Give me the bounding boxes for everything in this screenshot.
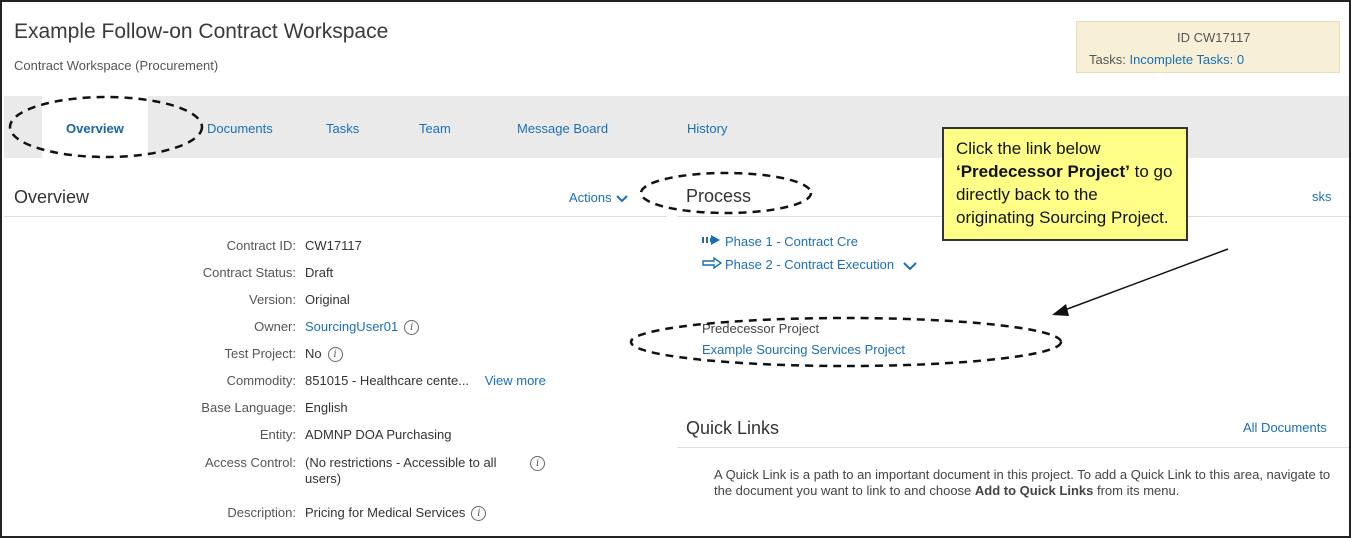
overview-divider (4, 216, 667, 217)
owner-link[interactable]: SourcingUser01 (305, 319, 398, 334)
tasks-label: Tasks: (1089, 52, 1126, 67)
field-value: Pricing for Medical Services (305, 505, 466, 520)
outline-arrow-icon (702, 256, 724, 272)
quick-links-divider (677, 447, 1349, 448)
callout-arrowhead (1052, 304, 1069, 316)
info-icon[interactable]: i (327, 347, 343, 363)
field-value: CW17117 (305, 238, 362, 253)
field-label: Entity: (259, 427, 296, 442)
actions-menu[interactable]: Actions (569, 190, 629, 205)
info-icon[interactable]: i (530, 456, 546, 472)
field-label: Access Control: (204, 455, 296, 470)
field-value: No (305, 346, 322, 361)
tab-tasks[interactable]: Tasks (326, 121, 359, 136)
all-documents-link[interactable]: All Documents (1243, 420, 1327, 435)
field-value-owner: SourcingUser01 i (305, 319, 420, 336)
callout-arrow-line (1061, 248, 1229, 312)
field-value: users) (305, 471, 342, 486)
actions-label[interactable]: Actions (569, 190, 612, 205)
workspace-id: ID CW17117 (1177, 30, 1251, 45)
double-arrow-icon (702, 234, 724, 249)
tab-documents[interactable]: Documents (207, 121, 273, 136)
callout-bold: ‘Predecessor Project’ (956, 162, 1130, 181)
field-value-commodity: 851015 - Healthcare cente... View more (305, 373, 546, 388)
contract-workspace-page: Example Follow-on Contract Workspace Con… (0, 0, 1351, 538)
tab-history[interactable]: History (687, 121, 727, 136)
field-value: (No restrictions - Accessible to all (305, 455, 497, 470)
field-label: Contract Status: (202, 265, 296, 280)
view-more-link[interactable]: View more (485, 373, 546, 388)
process-title: Process (686, 186, 752, 206)
callout-line1: Click the link below (956, 139, 1101, 158)
field-value-access-control: (No restrictions - Accessible to all i (305, 455, 546, 472)
tasks-summary: Tasks: Incomplete Tasks: 0 (1089, 52, 1244, 67)
field-label: Description: (227, 505, 296, 520)
field-value: 851015 - Healthcare cente... (305, 373, 470, 388)
field-label: Owner: (254, 319, 296, 334)
quick-links-help-text: A Quick Link is a path to an important d… (714, 467, 1331, 498)
field-label: Test Project: (224, 346, 296, 361)
field-value: Draft (305, 265, 334, 280)
callout-box: Click the link below ‘Predecessor Projec… (942, 127, 1188, 241)
field-value: English (305, 400, 348, 415)
chevron-down-icon (615, 190, 629, 205)
chevron-down-icon[interactable] (898, 257, 918, 272)
tab-team[interactable]: Team (419, 121, 451, 136)
page-title: Example Follow-on Contract Workspace (14, 20, 389, 43)
field-label: Base Language: (201, 400, 296, 415)
quick-links-title: Quick Links (686, 418, 780, 438)
add-to-quick-links-text: Add to Quick Links (974, 483, 1094, 498)
info-icon[interactable]: i (471, 506, 487, 522)
phase-1-link[interactable]: Phase 1 - Contract Cre (725, 234, 858, 249)
field-label: Contract ID: (226, 238, 296, 253)
predecessor-label: Predecessor Project (702, 321, 820, 336)
field-value: ADMNP DOA Purchasing (305, 427, 452, 442)
process-tasks-link[interactable]: sks (1312, 189, 1332, 204)
info-icon[interactable]: i (404, 320, 420, 336)
field-value: Original (305, 292, 350, 307)
field-label: Version: (249, 292, 296, 307)
overview-title: Overview (14, 187, 90, 207)
field-label: Commodity: (226, 373, 296, 388)
id-box: ID CW17117 Tasks: Incomplete Tasks: 0 (1076, 21, 1340, 73)
phase-2-link[interactable]: Phase 2 - Contract Execution (725, 257, 894, 272)
page-subtitle: Contract Workspace (Procurement) (14, 58, 219, 73)
incomplete-tasks-link[interactable]: Incomplete Tasks: 0 (1129, 52, 1244, 67)
tab-overview[interactable]: Overview (42, 96, 148, 158)
phase-2[interactable]: Phase 2 - Contract Execution (725, 257, 918, 272)
tab-message-board[interactable]: Message Board (517, 121, 608, 136)
field-value-description: Pricing for Medical Services i (305, 505, 487, 522)
field-value-test-project: No i (305, 346, 343, 363)
predecessor-project-link[interactable]: Example Sourcing Services Project (702, 342, 905, 357)
